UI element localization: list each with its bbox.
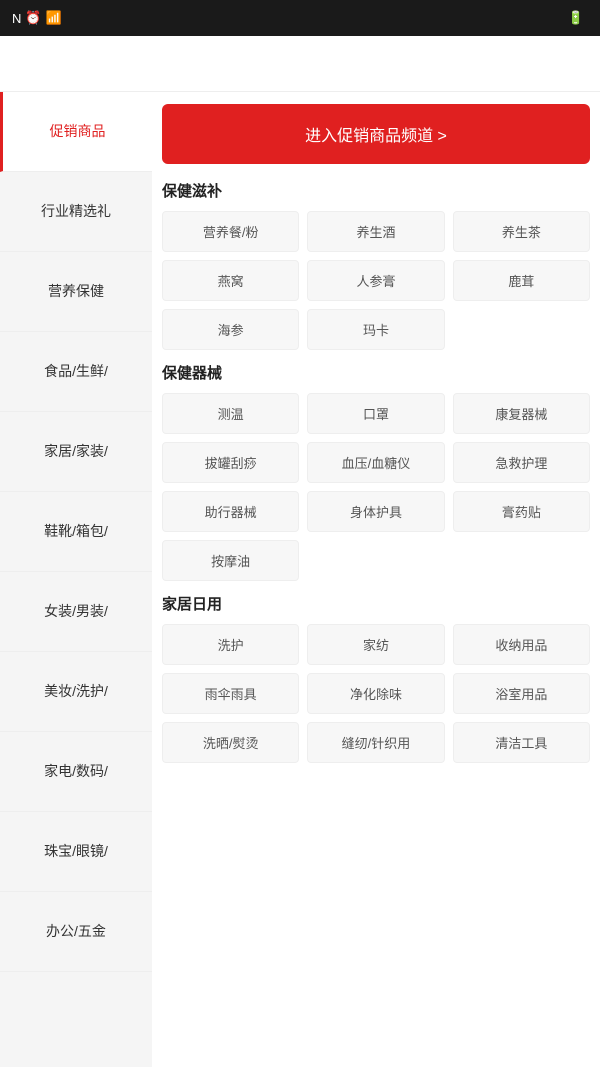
tag-item[interactable]: 洗护 <box>162 624 299 665</box>
tag-item[interactable]: 清洁工具 <box>453 722 590 763</box>
tag-row-health-device-0: 测温口罩康复器械 <box>162 393 590 434</box>
tag-item[interactable]: 浴室用品 <box>453 673 590 714</box>
tag-item[interactable]: 按摩油 <box>162 540 299 581</box>
nfc-icon: N <box>12 11 21 26</box>
tag-item[interactable]: 收纳用品 <box>453 624 590 665</box>
more-button[interactable] <box>568 56 584 72</box>
tag-item[interactable]: 燕窝 <box>162 260 299 301</box>
tag-item[interactable]: 拔罐刮痧 <box>162 442 299 483</box>
wifi-icon: 📶 <box>46 10 62 26</box>
tag-item[interactable] <box>453 309 590 350</box>
tag-row-home-daily-2: 洗晒/熨烫缝纫/针织用清洁工具 <box>162 722 590 763</box>
tag-item[interactable]: 玛卡 <box>307 309 444 350</box>
tag-item[interactable]: 家纺 <box>307 624 444 665</box>
sidebar-item-food[interactable]: 食品/生鲜/ <box>0 332 152 412</box>
tag-item[interactable]: 海参 <box>162 309 299 350</box>
tag-row-home-daily-0: 洗护家纺收纳用品 <box>162 624 590 665</box>
section-header-health-food: 保健滋补 <box>162 180 590 201</box>
tag-item[interactable]: 身体护具 <box>307 491 444 532</box>
section-header-health-device: 保健器械 <box>162 362 590 383</box>
tag-item[interactable]: 净化除味 <box>307 673 444 714</box>
tag-row-health-device-2: 助行器械身体护具膏药贴 <box>162 491 590 532</box>
tag-row-health-food-0: 营养餐/粉养生酒养生茶 <box>162 211 590 252</box>
sidebar-item-promo[interactable]: 促销商品 <box>0 92 152 172</box>
tag-item[interactable]: 助行器械 <box>162 491 299 532</box>
sidebar-item-industry[interactable]: 行业精选礼 <box>0 172 152 252</box>
tag-item[interactable]: 鹿茸 <box>453 260 590 301</box>
tag-item[interactable]: 急救护理 <box>453 442 590 483</box>
tag-row-health-food-1: 燕窝人参膏鹿茸 <box>162 260 590 301</box>
status-bar-right: 🔋 <box>564 10 588 26</box>
status-bar: N ⏰ 📶 🔋 <box>0 0 600 36</box>
tag-row-health-food-2: 海参玛卡 <box>162 309 590 350</box>
right-content: 进入促销商品频道 >保健滋补营养餐/粉养生酒养生茶燕窝人参膏鹿茸海参玛卡保健器械… <box>152 92 600 1067</box>
tag-item[interactable] <box>453 540 590 581</box>
sidebar-item-clothing[interactable]: 女装/男装/ <box>0 572 152 652</box>
alarm-icon: ⏰ <box>25 10 41 26</box>
tag-item[interactable]: 雨伞雨具 <box>162 673 299 714</box>
sidebar-item-shoes[interactable]: 鞋靴/箱包/ <box>0 492 152 572</box>
battery-icon: 🔋 <box>568 10 584 26</box>
status-bar-left: N ⏰ 📶 <box>12 10 558 26</box>
sidebar-item-beauty[interactable]: 美妆/洗护/ <box>0 652 152 732</box>
sidebar-item-office[interactable]: 办公/五金 <box>0 892 152 972</box>
tag-row-health-device-3: 按摩油 <box>162 540 590 581</box>
tag-item[interactable]: 养生酒 <box>307 211 444 252</box>
tag-item[interactable]: 膏药贴 <box>453 491 590 532</box>
main-layout: 促销商品行业精选礼营养保健食品/生鲜/家居/家装/鞋靴/箱包/女装/男装/美妆/… <box>0 92 600 1067</box>
sidebar-item-jewelry[interactable]: 珠宝/眼镜/ <box>0 812 152 892</box>
tag-item[interactable]: 营养餐/粉 <box>162 211 299 252</box>
left-sidebar: 促销商品行业精选礼营养保健食品/生鲜/家居/家装/鞋靴/箱包/女装/男装/美妆/… <box>0 92 152 1067</box>
tag-row-health-device-1: 拔罐刮痧血压/血糖仪急救护理 <box>162 442 590 483</box>
tag-item[interactable]: 缝纫/针织用 <box>307 722 444 763</box>
tag-item[interactable]: 人参膏 <box>307 260 444 301</box>
tag-row-home-daily-1: 雨伞雨具净化除味浴室用品 <box>162 673 590 714</box>
back-button[interactable] <box>16 56 32 72</box>
sidebar-item-home[interactable]: 家居/家装/ <box>0 412 152 492</box>
tag-item[interactable]: 口罩 <box>307 393 444 434</box>
sidebar-item-nutrition[interactable]: 营养保健 <box>0 252 152 332</box>
tag-item[interactable]: 康复器械 <box>453 393 590 434</box>
top-nav <box>0 36 600 92</box>
tag-item[interactable] <box>307 540 444 581</box>
sidebar-item-electronics[interactable]: 家电/数码/ <box>0 732 152 812</box>
tag-item[interactable]: 血压/血糖仪 <box>307 442 444 483</box>
tag-item[interactable]: 测温 <box>162 393 299 434</box>
promo-banner[interactable]: 进入促销商品频道 > <box>162 104 590 164</box>
tag-item[interactable]: 洗晒/熨烫 <box>162 722 299 763</box>
tag-item[interactable]: 养生茶 <box>453 211 590 252</box>
section-header-home-daily: 家居日用 <box>162 593 590 614</box>
